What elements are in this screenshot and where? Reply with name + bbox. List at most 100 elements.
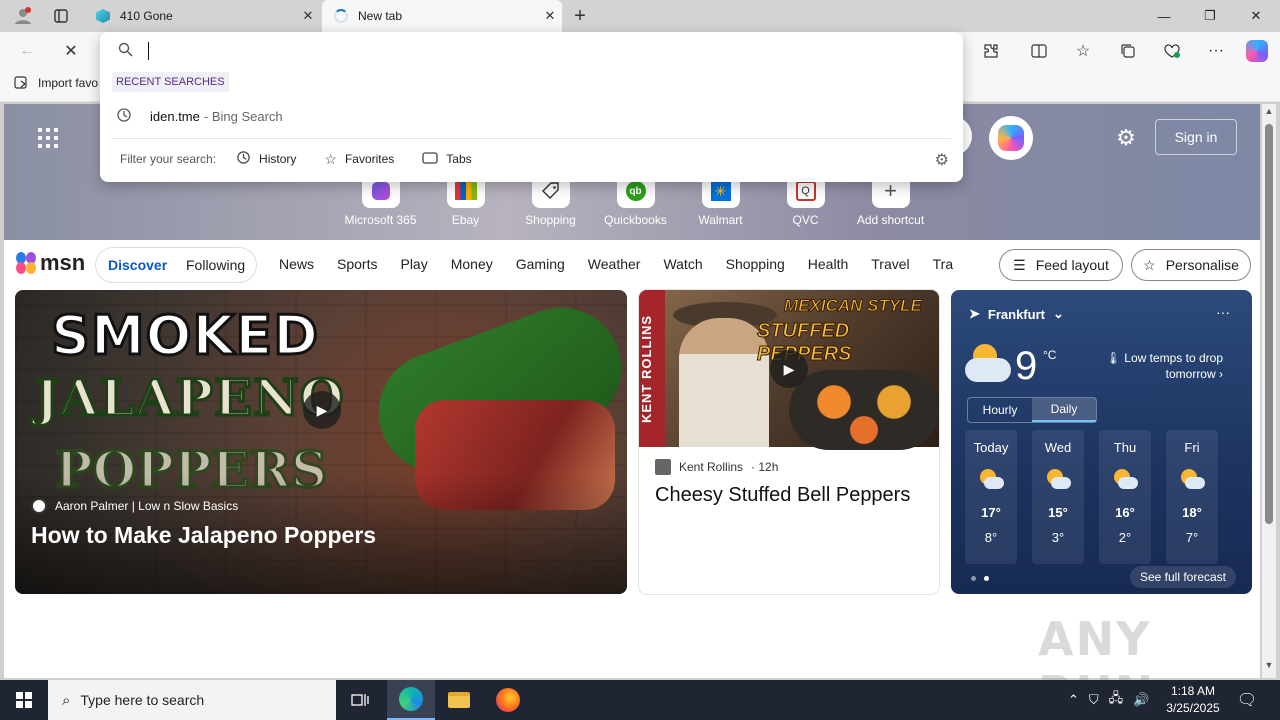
page-settings-gear-icon[interactable]: ⚙ bbox=[1112, 124, 1140, 152]
close-tab-icon[interactable]: ✕ bbox=[538, 8, 562, 24]
import-favorites-link[interactable]: Import favo bbox=[14, 76, 98, 90]
tab-hourly[interactable]: Hourly bbox=[968, 398, 1032, 422]
address-bar-input[interactable] bbox=[146, 40, 926, 62]
article-card-jalapeno-poppers[interactable]: SMOKED JALAPENO POPPERS ▶ Aaron Palmer |… bbox=[15, 290, 627, 594]
taskbar-firefox-app[interactable] bbox=[484, 680, 532, 720]
tab-actions-icon[interactable] bbox=[46, 0, 76, 32]
filter-favorites[interactable]: ☆ Favorites bbox=[324, 151, 394, 168]
taskbar-edge-app[interactable] bbox=[387, 680, 435, 720]
nav-play[interactable]: Play bbox=[400, 256, 427, 272]
minimize-icon[interactable]: — bbox=[1141, 0, 1187, 32]
article-title[interactable]: How to Make Jalapeno Poppers bbox=[31, 522, 376, 549]
page-scrollbar[interactable]: ▲ ▼ bbox=[1262, 104, 1276, 678]
copilot-icon[interactable] bbox=[1240, 32, 1274, 70]
article-source: Aaron Palmer | Low n Slow Basics bbox=[31, 498, 238, 514]
nav-health[interactable]: Health bbox=[808, 256, 848, 272]
nav-news[interactable]: News bbox=[279, 256, 314, 272]
extensions-icon[interactable] bbox=[974, 32, 1008, 70]
taskbar-search-box[interactable]: ⌕ Type here to search bbox=[48, 680, 336, 720]
shortcut-ebay[interactable]: Ebay bbox=[423, 174, 508, 234]
tab-following[interactable]: Following bbox=[186, 257, 245, 273]
taskbar-search-placeholder: Type here to search bbox=[80, 692, 205, 708]
copilot-button[interactable] bbox=[989, 116, 1033, 160]
taskbar-file-explorer-app[interactable] bbox=[435, 680, 483, 720]
network-icon[interactable]: 🖧 bbox=[1109, 689, 1124, 711]
tab-discover[interactable]: Discover bbox=[108, 257, 167, 273]
shortcut-quickbooks[interactable]: qb Quickbooks bbox=[593, 174, 678, 234]
profile-icon[interactable] bbox=[8, 0, 38, 32]
shortcut-walmart[interactable]: ✳ Walmart bbox=[678, 174, 763, 234]
more-menu-icon[interactable]: ··· bbox=[1199, 32, 1233, 70]
filter-tabs[interactable]: Tabs bbox=[422, 151, 472, 168]
nav-shopping[interactable]: Shopping bbox=[726, 256, 785, 272]
shortcut-label: Add shortcut bbox=[856, 213, 925, 227]
play-video-icon[interactable]: ▶ bbox=[303, 391, 341, 429]
msn-logo[interactable]: msn bbox=[16, 250, 85, 276]
split-screen-icon[interactable] bbox=[1022, 32, 1056, 70]
shortcut-microsoft-365[interactable]: Microsoft 365 bbox=[338, 174, 423, 234]
search-settings-gear-icon[interactable]: ⚙ bbox=[935, 150, 949, 170]
start-button[interactable] bbox=[0, 680, 48, 720]
location-arrow-icon: ➤ bbox=[969, 306, 980, 321]
feed-layout-button[interactable]: ☰ Feed layout bbox=[999, 249, 1123, 281]
forecast-day[interactable]: Wed 15° 3° bbox=[1032, 430, 1084, 564]
favorites-star-icon[interactable]: ☆ bbox=[1066, 32, 1100, 70]
nav-sports[interactable]: Sports bbox=[337, 256, 377, 272]
volume-icon[interactable]: 🔊 bbox=[1133, 692, 1149, 708]
article-card-stuffed-peppers[interactable]: KENT ROLLINS MEXICAN STYLE STUFFED PEPPE… bbox=[639, 290, 939, 594]
play-video-icon[interactable]: ▶ bbox=[770, 350, 808, 388]
close-window-icon[interactable]: ✕ bbox=[1233, 0, 1279, 32]
filter-history[interactable]: History bbox=[236, 150, 296, 168]
taskbar-clock[interactable]: 1:18 AM 3/25/2025 bbox=[1160, 683, 1226, 717]
forecast-day[interactable]: Fri 18° 7° bbox=[1166, 430, 1218, 564]
tab-daily[interactable]: Daily bbox=[1032, 398, 1096, 422]
close-tab-icon[interactable]: ✕ bbox=[296, 8, 320, 24]
tab-label: New tab bbox=[358, 9, 403, 23]
article-title[interactable]: Cheesy Stuffed Bell Peppers bbox=[655, 484, 910, 507]
shortcut-qvc[interactable]: Q QVC bbox=[763, 174, 848, 234]
collections-icon[interactable] bbox=[1111, 32, 1145, 70]
restore-icon[interactable]: ❐ bbox=[1187, 0, 1233, 32]
show-hidden-icons-chevron-icon[interactable]: ⌃ bbox=[1068, 692, 1079, 708]
security-icon[interactable]: ⛉ bbox=[1089, 692, 1099, 708]
nav-watch[interactable]: Watch bbox=[663, 256, 702, 272]
shortcut-label: Microsoft 365 bbox=[344, 213, 417, 227]
cube-favicon-icon bbox=[96, 9, 110, 23]
sliders-icon: ☰ bbox=[1013, 256, 1026, 273]
new-tab-plus-icon[interactable]: + bbox=[566, 0, 594, 32]
suggestion-row[interactable]: iden.tme - Bing Search bbox=[100, 102, 963, 130]
stop-loading-icon[interactable]: ✕ bbox=[54, 32, 88, 70]
nav-money[interactable]: Money bbox=[451, 256, 493, 272]
tab-410-gone[interactable]: 410 Gone ✕ bbox=[84, 0, 320, 32]
thermometer-icon: 🌡 bbox=[1105, 351, 1121, 365]
carousel-dots[interactable] bbox=[971, 576, 989, 581]
shortcut-shopping[interactable]: Shopping bbox=[508, 174, 593, 234]
weather-location[interactable]: ➤ Frankfurt ⌄ bbox=[969, 306, 1064, 322]
browser-essentials-icon[interactable] bbox=[1155, 32, 1189, 70]
nav-weather[interactable]: Weather bbox=[588, 256, 641, 272]
task-view-icon[interactable] bbox=[336, 680, 384, 720]
tab-new-tab[interactable]: New tab ✕ bbox=[322, 0, 562, 32]
temperature-unit[interactable]: °C bbox=[1043, 348, 1056, 362]
weather-card[interactable]: ➤ Frankfurt ⌄ ··· 9 °C 🌡 Low temps to dr… bbox=[951, 290, 1252, 594]
weather-alert[interactable]: 🌡 Low temps to drop tomorrow › bbox=[1099, 350, 1223, 382]
scroll-up-icon[interactable]: ▲ bbox=[1262, 106, 1276, 120]
back-arrow-icon[interactable]: ← bbox=[10, 32, 44, 70]
nav-travel[interactable]: Travel bbox=[871, 256, 909, 272]
source-logo-icon bbox=[31, 498, 47, 514]
weather-more-icon[interactable]: ··· bbox=[1216, 304, 1230, 320]
forecast-day[interactable]: Thu 16° 2° bbox=[1099, 430, 1151, 564]
see-full-forecast-link[interactable]: See full forecast bbox=[1129, 566, 1236, 588]
day-name: Today bbox=[973, 440, 1009, 455]
personalise-button[interactable]: ☆ Personalise bbox=[1131, 249, 1251, 281]
scrollbar-thumb[interactable] bbox=[1265, 124, 1273, 524]
shortcut-add[interactable]: + Add shortcut bbox=[848, 174, 933, 234]
notification-center-icon[interactable]: 🗨 bbox=[1230, 680, 1264, 720]
shortcut-label: Walmart bbox=[698, 213, 743, 227]
app-launcher-icon[interactable] bbox=[38, 128, 58, 148]
nav-gaming[interactable]: Gaming bbox=[516, 256, 565, 272]
nav-traffic[interactable]: Tra bbox=[933, 256, 953, 272]
partly-cloudy-icon bbox=[965, 342, 1013, 386]
sign-in-button[interactable]: Sign in bbox=[1155, 119, 1237, 155]
forecast-day[interactable]: Today 17° 8° bbox=[965, 430, 1017, 564]
